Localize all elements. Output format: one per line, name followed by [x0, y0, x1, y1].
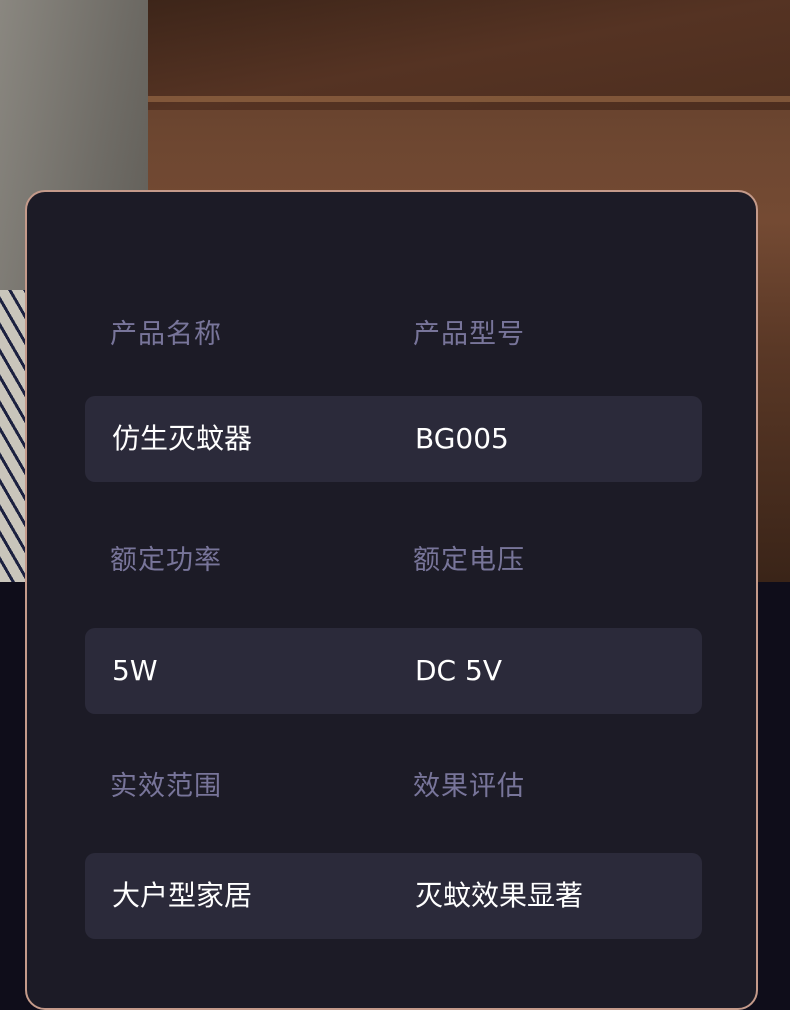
- spec-value-effective-range: 大户型家居: [112, 879, 253, 912]
- spec-value-row: 大户型家居 灭蚊效果显著: [85, 853, 702, 939]
- spec-value-rated-voltage: DC 5V: [415, 654, 502, 687]
- spec-value-product-model: BG005: [415, 422, 509, 455]
- spec-card: 产品名称 产品型号 仿生灭蚊器 BG005 额定功率 额定电压 5W DC 5V…: [25, 190, 758, 1010]
- spec-label-product-name: 产品名称: [110, 319, 222, 350]
- spec-value-row: 5W DC 5V: [85, 628, 702, 714]
- spec-label-effect-evaluation: 效果评估: [413, 771, 525, 802]
- spec-label-rated-power: 额定功率: [110, 545, 222, 576]
- spec-value-row: 仿生灭蚊器 BG005: [85, 396, 702, 482]
- spec-value-rated-power: 5W: [112, 654, 158, 687]
- spec-label-rated-voltage: 额定电压: [413, 545, 525, 576]
- background-wooden-box-lid: [148, 0, 790, 110]
- spec-label-effective-range: 实效范围: [110, 771, 222, 802]
- spec-label-product-model: 产品型号: [413, 319, 525, 350]
- spec-value-effect-evaluation: 灭蚊效果显著: [415, 879, 584, 912]
- background-wooden-box-edge: [148, 96, 790, 102]
- spec-value-product-name: 仿生灭蚊器: [112, 422, 253, 455]
